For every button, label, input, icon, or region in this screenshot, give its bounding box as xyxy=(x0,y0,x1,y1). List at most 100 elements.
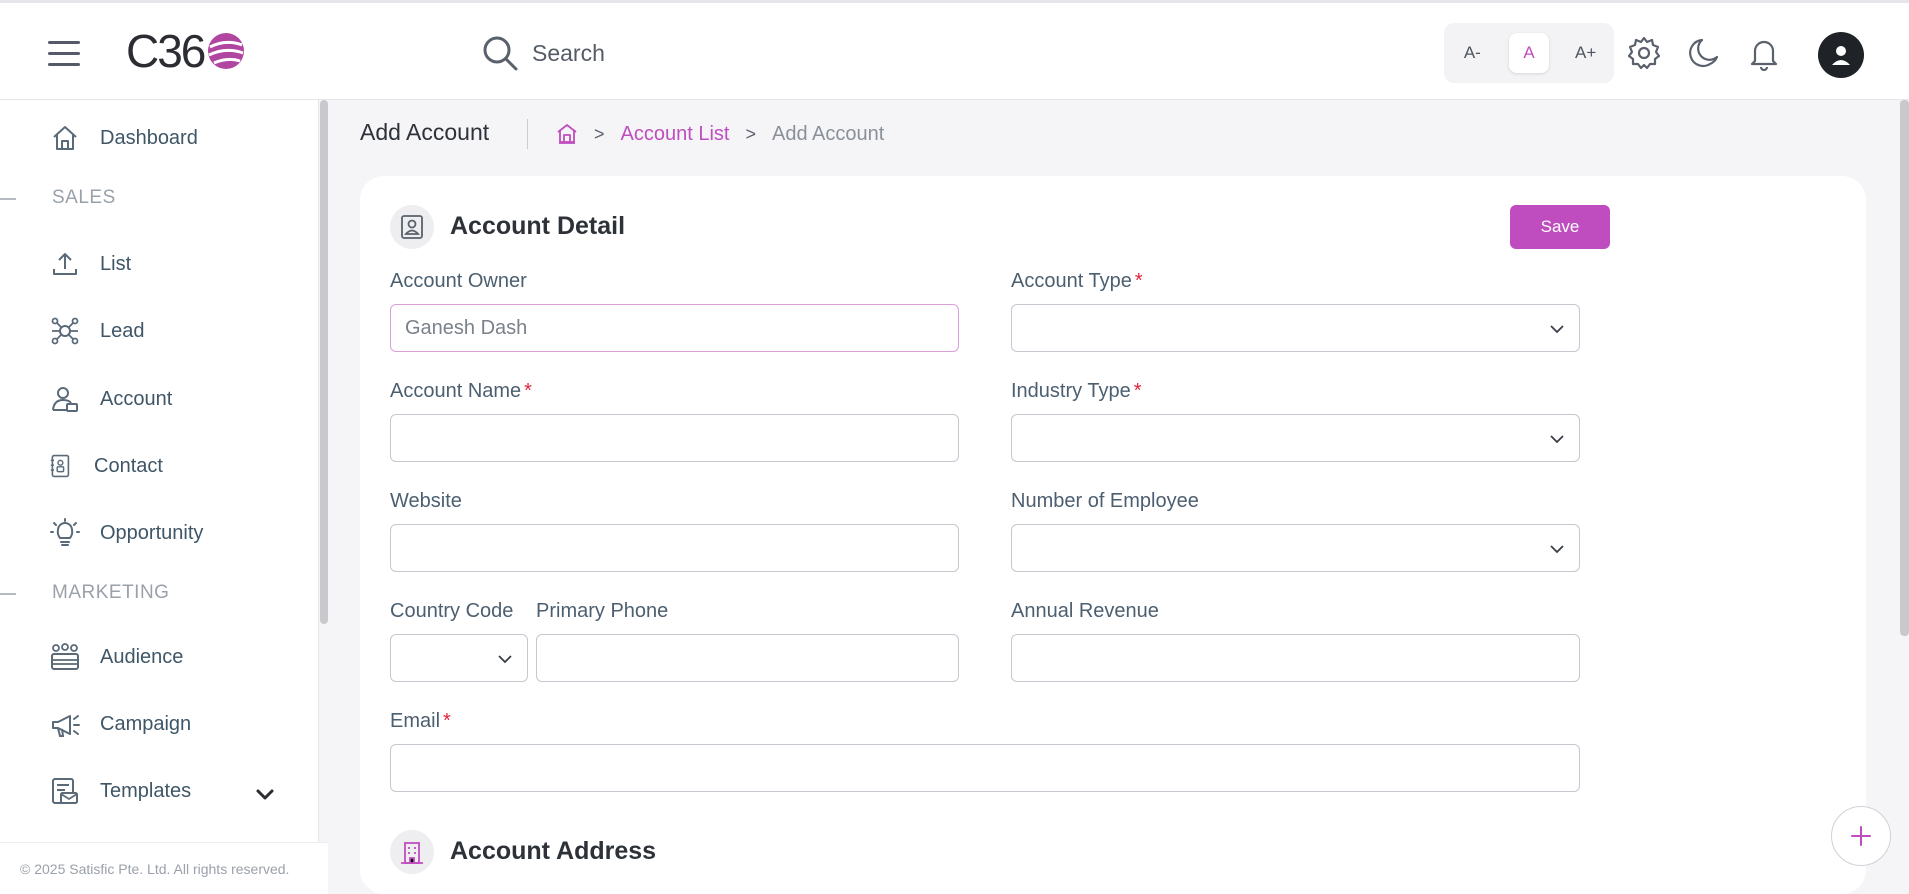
page-scrollbar[interactable] xyxy=(1900,100,1909,636)
account-owner-label: Account Owner xyxy=(390,270,527,292)
top-header: C36 Search A- A A+ xyxy=(0,3,1909,100)
industry-type-label: Industry Type * xyxy=(1011,380,1142,403)
section-label-marketing: MARKETING xyxy=(52,582,170,603)
moon-icon[interactable] xyxy=(1686,35,1722,71)
search-icon xyxy=(483,36,518,71)
sidebar-scrollbar[interactable] xyxy=(320,100,328,624)
audience-icon xyxy=(51,643,79,670)
user-avatar-icon xyxy=(1832,46,1850,65)
sidebar-item-opportunity[interactable]: Opportunity xyxy=(50,515,203,551)
plus-icon xyxy=(1851,826,1871,846)
number-of-employee-select[interactable] xyxy=(1011,524,1580,572)
website-label: Website xyxy=(390,490,462,512)
website-field[interactable] xyxy=(390,524,959,572)
section-title-account-detail: Account Detail xyxy=(450,212,626,240)
email-field[interactable] xyxy=(390,744,1580,792)
sidebar-item-label: Contact xyxy=(94,454,163,477)
sidebar-item-dashboard[interactable]: Dashboard xyxy=(50,120,198,156)
chevron-down-icon xyxy=(498,655,512,664)
search-bar[interactable]: Search xyxy=(480,31,605,75)
sidebar-item-contact[interactable]: Contact xyxy=(50,448,163,484)
sidebar-item-label: List xyxy=(100,252,132,275)
logo-text: C36 xyxy=(126,25,206,77)
number-of-employee-label: Number of Employee xyxy=(1011,490,1199,512)
sidebar-item-label: Dashboard xyxy=(100,126,198,149)
font-increase-button[interactable]: A+ xyxy=(1566,33,1606,73)
home-icon xyxy=(53,126,77,150)
lightbulb-icon xyxy=(50,518,80,546)
email-label: Email * xyxy=(390,710,451,733)
app-logo[interactable]: C36 xyxy=(126,25,246,77)
sidebar-item-lead[interactable]: Lead xyxy=(50,313,145,349)
section-divider xyxy=(0,198,16,200)
sidebar-item-account[interactable]: Account xyxy=(50,381,172,417)
account-name-label: Account Name * xyxy=(390,380,532,403)
sidebar-item-label: Lead xyxy=(100,319,145,342)
upload-icon xyxy=(53,253,77,275)
account-icon xyxy=(52,387,78,412)
breadcrumb-separator: > xyxy=(745,123,756,144)
required-marker: * xyxy=(1133,380,1142,402)
sidebar: Dashboard SALES List Lead Account Contac… xyxy=(0,100,319,894)
font-decrease-button[interactable]: A- xyxy=(1452,33,1492,73)
bell-icon[interactable] xyxy=(1746,35,1782,71)
search-placeholder: Search xyxy=(532,39,605,66)
sidebar-item-label: Templates xyxy=(100,779,192,802)
primary-phone-label: Primary Phone xyxy=(536,600,669,622)
font-default-button[interactable]: A xyxy=(1508,33,1549,73)
sidebar-item-label: Campaign xyxy=(100,712,192,735)
sidebar-item-label: Account xyxy=(100,387,173,410)
sidebar-item-audience[interactable]: Audience xyxy=(50,639,183,675)
contact-icon xyxy=(50,454,70,478)
templates-icon xyxy=(52,778,78,804)
gear-icon[interactable] xyxy=(1626,35,1662,71)
save-button[interactable]: Save xyxy=(1510,205,1610,249)
country-code-select[interactable] xyxy=(390,634,528,682)
font-size-controls: A- A A+ xyxy=(1444,23,1614,83)
label-text: Account Name xyxy=(390,380,522,402)
page-title: Add Account xyxy=(360,119,490,145)
breadcrumb-separator: > xyxy=(594,123,605,144)
country-code-label: Country Code xyxy=(390,600,514,622)
label-text: Account Type xyxy=(1011,270,1132,292)
title-divider xyxy=(527,119,528,149)
sidebar-item-templates[interactable]: Templates xyxy=(50,773,191,809)
sidebar-item-campaign[interactable]: Campaign xyxy=(50,706,191,742)
breadcrumb: > Account List > Add Account xyxy=(556,119,884,149)
label-text: Email xyxy=(390,710,441,732)
section-label-sales: SALES xyxy=(52,187,116,208)
copyright-footer: © 2025 Satisfic Pte. Ltd. All rights res… xyxy=(0,842,328,894)
section-title-account-address: Account Address xyxy=(450,837,657,865)
logo-globe-icon xyxy=(208,33,245,69)
annual-revenue-field[interactable] xyxy=(1011,634,1580,682)
megaphone-icon xyxy=(52,715,80,737)
network-icon xyxy=(51,317,79,345)
sidebar-item-list[interactable]: List xyxy=(50,246,131,282)
sidebar-item-label: Audience xyxy=(100,645,184,668)
add-button[interactable] xyxy=(1831,806,1891,866)
home-icon[interactable] xyxy=(556,123,578,145)
chevron-down-icon xyxy=(1550,435,1564,444)
account-detail-icon xyxy=(390,205,434,249)
annual-revenue-label: Annual Revenue xyxy=(1011,600,1159,622)
building-icon xyxy=(390,830,434,874)
breadcrumb-current: Add Account xyxy=(771,122,885,145)
label-text: Industry Type xyxy=(1011,380,1131,402)
chevron-down-icon[interactable] xyxy=(255,785,275,805)
required-marker: * xyxy=(524,380,532,402)
user-avatar-button[interactable] xyxy=(1818,32,1864,78)
primary-phone-field[interactable] xyxy=(536,634,959,682)
sidebar-item-label: Opportunity xyxy=(100,521,204,544)
account-type-label: Account Type * xyxy=(1011,270,1143,293)
breadcrumb-account-list-link[interactable]: Account List xyxy=(621,123,730,146)
account-name-field[interactable] xyxy=(390,414,959,462)
required-marker: * xyxy=(1134,270,1143,292)
required-marker: * xyxy=(443,710,451,732)
account-type-select[interactable] xyxy=(1011,304,1580,352)
section-divider xyxy=(0,593,16,595)
hamburger-icon[interactable] xyxy=(48,41,80,67)
industry-type-select[interactable] xyxy=(1011,414,1580,462)
account-owner-field[interactable]: Ganesh Dash xyxy=(390,304,959,352)
chevron-down-icon xyxy=(1550,545,1564,554)
chevron-down-icon xyxy=(1550,325,1564,334)
